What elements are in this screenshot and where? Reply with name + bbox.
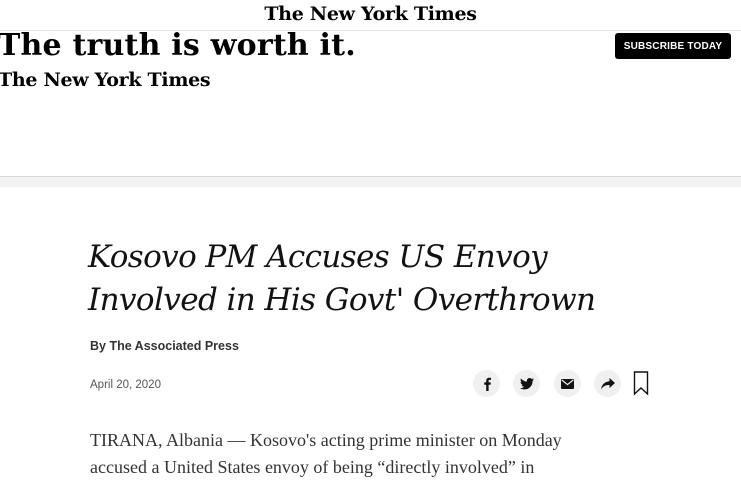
subscribe-button[interactable]: SUBSCRIBE TODAY (615, 33, 731, 59)
ad-logo: The New York Times (0, 69, 211, 91)
facebook-share-button[interactable] (473, 370, 500, 397)
ad-banner: The truth is worth it. The New York Time… (0, 31, 741, 177)
bookmark-icon (633, 371, 649, 396)
nyt-logo-link[interactable]: The New York Times (0, 3, 741, 25)
more-share-button[interactable] (594, 370, 621, 397)
ad-divider (0, 176, 741, 187)
share-icon (600, 377, 615, 389)
article-body: TIRANA, Albania — Kosovo's acting prime … (90, 427, 650, 481)
facebook-icon (483, 377, 491, 391)
publish-date: April 20, 2020 (90, 379, 161, 391)
ad-tagline: The truth is worth it. (0, 31, 356, 63)
headline-line-1: Kosovo PM Accuses US Envoy (88, 239, 548, 275)
twitter-icon (519, 377, 534, 389)
twitter-share-button[interactable] (513, 370, 540, 397)
email-share-button[interactable] (554, 370, 581, 397)
body-line-2: accused a United States envoy of being “… (90, 457, 535, 477)
masthead: The New York Times (0, 0, 741, 31)
bookmark-button[interactable] (633, 371, 649, 396)
byline: By The Associated Press (90, 339, 239, 353)
email-icon (561, 378, 574, 389)
body-line-1: TIRANA, Albania — Kosovo's acting prime … (90, 430, 562, 450)
headline-line-2: Involved in His Govt' Overthrown (88, 282, 596, 318)
headline: Kosovo PM Accuses US Envoy Involved in H… (88, 236, 628, 322)
